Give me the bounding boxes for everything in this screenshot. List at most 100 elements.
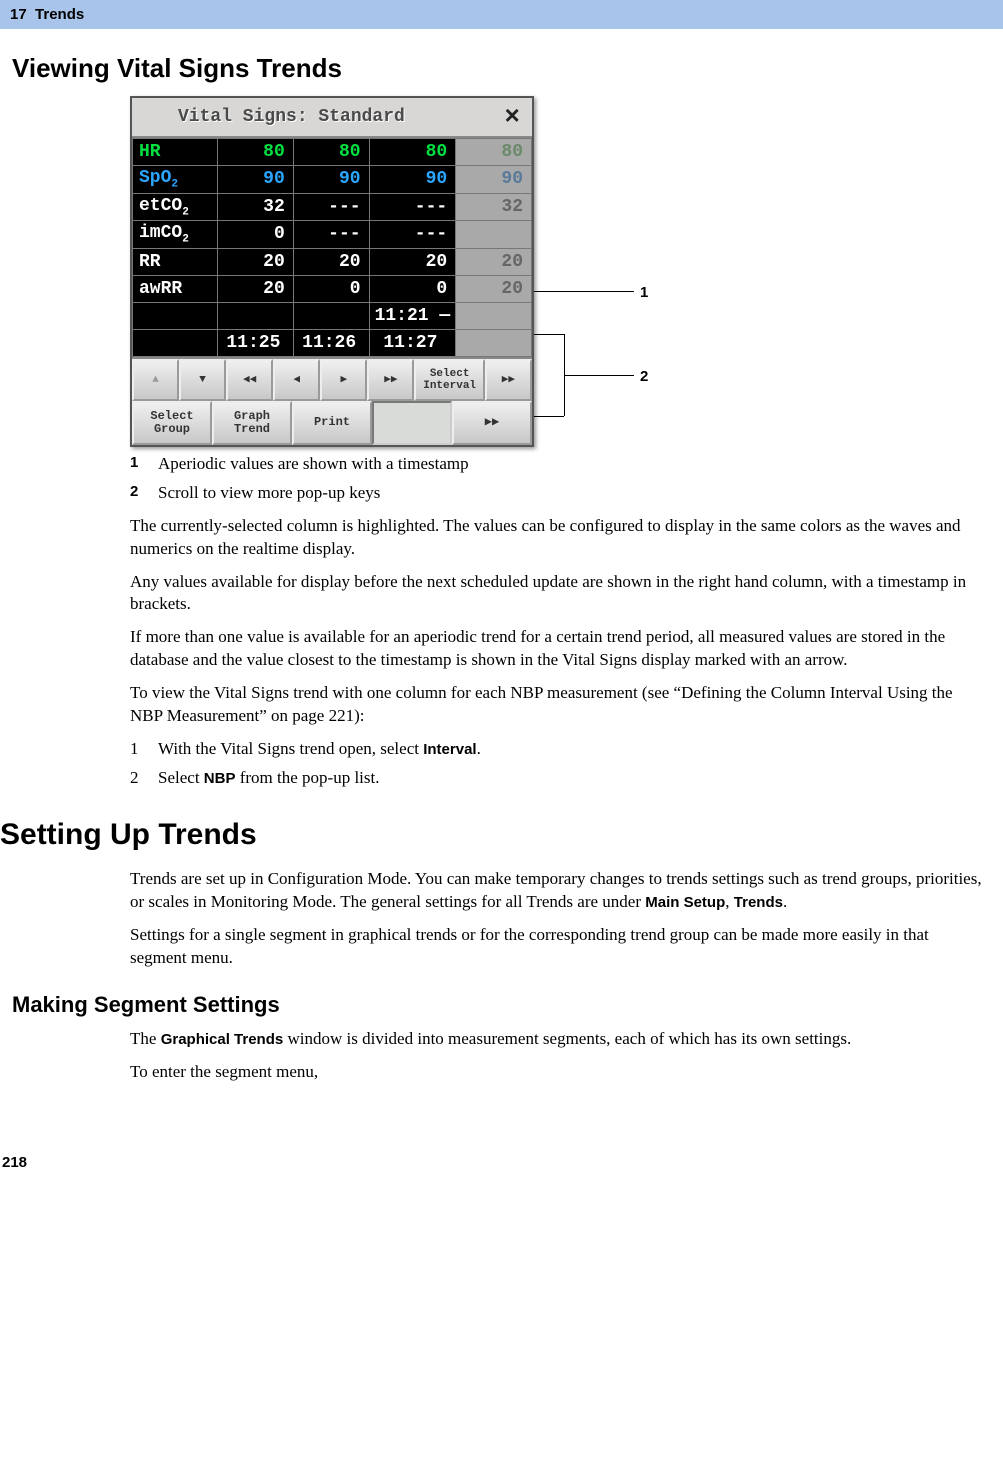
cell: 20 [293, 248, 369, 275]
table-row: awRR 20 0 0 20 [133, 275, 532, 302]
chapter-title: Trends [35, 6, 84, 23]
close-icon[interactable]: × [498, 102, 526, 132]
chapter-number: 17 [10, 6, 27, 23]
table-row: imCO2 0 --- --- [133, 221, 532, 249]
legend-number: 1 [130, 453, 158, 476]
row-label: awRR [133, 275, 218, 302]
figure-legend-item: 2 Scroll to view more pop-up keys [130, 482, 983, 505]
cell: 0 [293, 275, 369, 302]
cell: 20 [218, 275, 294, 302]
cell: 20 [369, 248, 456, 275]
cell: 90 [218, 166, 294, 194]
right-icon: ▶ [340, 374, 347, 386]
cell: 20 [218, 248, 294, 275]
chevron-up-icon: ▲ [152, 374, 159, 386]
page-header: 17 Trends [0, 0, 1003, 29]
cell: 80 [369, 139, 456, 166]
double-right-icon: ▶▶ [384, 374, 397, 386]
back-button[interactable]: ◀ [273, 359, 320, 401]
time-header: 11:27 [369, 329, 456, 356]
heading-viewing-vital-signs-trends: Viewing Vital Signs Trends [12, 53, 1003, 84]
cell: 0 [218, 221, 294, 249]
paragraph: The Graphical Trends window is divided i… [130, 1028, 983, 1051]
table-row-times: 11:25 11:26 11:27 [133, 329, 532, 356]
callout-bracket [534, 334, 564, 335]
figure-callouts: 1 2 [534, 96, 654, 447]
cell: 0 [369, 275, 456, 302]
row-label: HR [133, 139, 218, 166]
cell [456, 221, 532, 249]
cell: 20 [456, 248, 532, 275]
scroll-down-button[interactable]: ▼ [179, 359, 226, 401]
cell: --- [293, 221, 369, 249]
row-label: imCO2 [133, 221, 218, 249]
cell: 80 [456, 139, 532, 166]
callout-bracket [534, 416, 564, 417]
figure-legend-item: 1 Aperiodic values are shown with a time… [130, 453, 983, 476]
paragraph: If more than one value is available for … [130, 626, 983, 672]
fast-forward-button[interactable]: ▶▶ [367, 359, 414, 401]
table-row: HR 80 80 80 80 [133, 139, 532, 166]
cell: 32 [218, 193, 294, 221]
vital-signs-table: HR 80 80 80 80 SpO2 90 90 90 90 etCO2 32… [132, 138, 532, 357]
window-title: Vital Signs: Standard [138, 107, 498, 127]
table-row: RR 20 20 20 20 [133, 248, 532, 275]
cell: 90 [293, 166, 369, 194]
callout-1-label: 1 [640, 284, 648, 301]
table-row: SpO2 90 90 90 90 [133, 166, 532, 194]
cell: --- [369, 193, 456, 221]
more-keys-button-2[interactable]: ▶▶ [452, 401, 532, 445]
double-left-icon: ◀◀ [243, 374, 256, 386]
time-header: 11:25 [218, 329, 294, 356]
vital-signs-figure: Vital Signs: Standard × HR 80 80 80 80 S… [130, 96, 1003, 447]
fast-back-button[interactable]: ◀◀ [226, 359, 273, 401]
callout-2-label: 2 [640, 368, 648, 385]
step-text: With the Vital Signs trend open, select … [158, 738, 481, 761]
cell: --- [369, 221, 456, 249]
toolbar-row-1: ▲ ▼ ◀◀ ◀ ▶ ▶▶ Select Interval ▶▶ [132, 357, 532, 401]
callout-line [534, 291, 634, 292]
paragraph: To view the Vital Signs trend with one c… [130, 682, 983, 728]
more-keys-button-1[interactable]: ▶▶ [485, 359, 532, 401]
left-icon: ◀ [293, 374, 300, 386]
print-button[interactable]: Print [292, 401, 372, 445]
page-number: 218 [0, 1154, 1003, 1171]
cell: 80 [293, 139, 369, 166]
step-number: 1 [130, 738, 158, 761]
step-item: 1 With the Vital Signs trend open, selec… [130, 738, 983, 761]
cell: --- [293, 193, 369, 221]
row-label: RR [133, 248, 218, 275]
row-label: etCO2 [133, 193, 218, 221]
heading-making-segment-settings: Making Segment Settings [12, 992, 1003, 1018]
paragraph: Settings for a single segment in graphic… [130, 924, 983, 970]
forward-button[interactable]: ▶ [320, 359, 367, 401]
paragraph: Trends are set up in Configuration Mode.… [130, 868, 983, 914]
paragraph: The currently-selected column is highlig… [130, 515, 983, 561]
heading-setting-up-trends: Setting Up Trends [0, 818, 1003, 852]
select-interval-button[interactable]: Select Interval [414, 359, 485, 401]
double-right-icon: ▶▶ [485, 416, 499, 429]
graph-trend-button[interactable]: Graph Trend [212, 401, 292, 445]
empty-button [372, 401, 452, 445]
paragraph: Any values available for display before … [130, 571, 983, 617]
select-group-button[interactable]: Select Group [132, 401, 212, 445]
time-header: 11:26 [293, 329, 369, 356]
scroll-up-button[interactable]: ▲ [132, 359, 179, 401]
callout-line [564, 375, 634, 376]
cell: 90 [369, 166, 456, 194]
legend-text: Aperiodic values are shown with a timest… [158, 453, 469, 476]
cell: 32 [456, 193, 532, 221]
step-number: 2 [130, 767, 158, 790]
toolbar-row-2: Select Group Graph Trend Print ▶▶ [132, 401, 532, 445]
step-text: Select NBP from the pop-up list. [158, 767, 379, 790]
time-header [456, 329, 532, 356]
cell: 80 [218, 139, 294, 166]
table-row: etCO2 32 --- --- 32 [133, 193, 532, 221]
legend-number: 2 [130, 482, 158, 505]
cell: 20 [456, 275, 532, 302]
double-right-icon: ▶▶ [502, 374, 515, 386]
vital-signs-window: Vital Signs: Standard × HR 80 80 80 80 S… [130, 96, 534, 447]
row-label: SpO2 [133, 166, 218, 194]
legend-text: Scroll to view more pop-up keys [158, 482, 380, 505]
paragraph: To enter the segment menu, [130, 1061, 983, 1084]
